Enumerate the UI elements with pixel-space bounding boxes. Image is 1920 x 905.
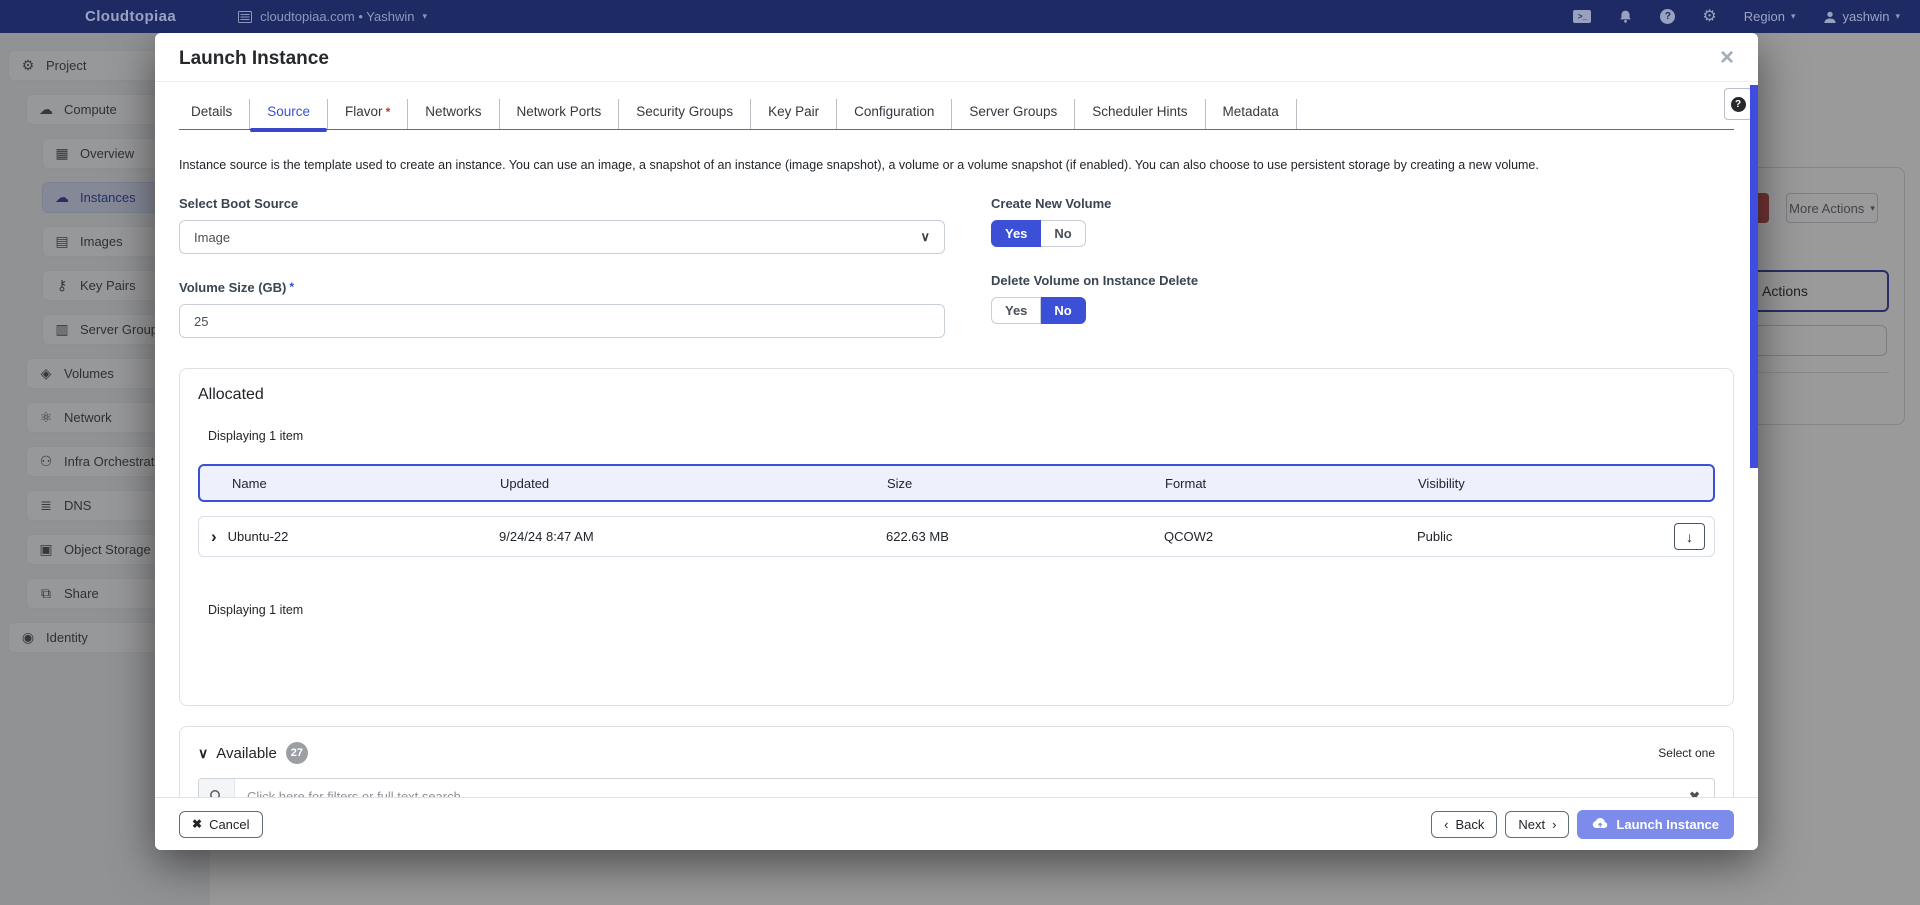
delete-volume-no-button[interactable]: No [1041, 297, 1085, 324]
help-icon: ? [1731, 97, 1746, 112]
close-icon[interactable]: × [1720, 48, 1734, 68]
list-icon [238, 11, 252, 23]
column-header-updated: Updated [500, 476, 887, 491]
required-asterisk: * [386, 105, 391, 119]
create-volume-no-button[interactable]: No [1041, 220, 1085, 247]
select-one-hint: Select one [1658, 746, 1715, 760]
top-navbar: Cloudtopiaa cloudtopiaa.com • Yashwin ▾ … [0, 0, 1920, 33]
chevron-down-icon[interactable]: ∨ [198, 745, 208, 762]
required-asterisk: * [289, 280, 294, 294]
delete-volume-toggle: Yes No [991, 297, 1086, 324]
chevron-down-icon: ▾ [1791, 11, 1796, 22]
tab-networks[interactable]: Networks [408, 99, 499, 129]
tab-network-ports[interactable]: Network Ports [500, 99, 620, 129]
chevron-right-icon: › [1552, 817, 1556, 832]
tab-scheduler-hints[interactable]: Scheduler Hints [1075, 99, 1205, 129]
help-icon[interactable]: ? [1660, 9, 1675, 24]
tab-security-groups[interactable]: Security Groups [619, 99, 751, 129]
cancel-button[interactable]: ✖ Cancel [179, 811, 263, 838]
allocated-panel: Allocated Displaying 1 item Name Updated… [179, 368, 1734, 706]
modal-footer: ✖ Cancel ‹ Back Next › Launch Instance [155, 797, 1758, 850]
delete-volume-yes-button[interactable]: Yes [991, 297, 1041, 324]
chevron-left-icon: ‹ [1444, 817, 1448, 832]
tab-server-groups[interactable]: Server Groups [952, 99, 1075, 129]
volume-size-label: Volume Size (GB)* [179, 280, 945, 295]
image-updated: 9/24/24 8:47 AM [499, 529, 886, 544]
column-header-visibility: Visibility [1418, 476, 1665, 491]
column-header-format: Format [1165, 476, 1418, 491]
available-search-bar: ✖ [198, 778, 1715, 797]
create-volume-label: Create New Volume [991, 196, 1734, 211]
allocated-count-footer: Displaying 1 item [208, 603, 1715, 617]
allocated-count: Displaying 1 item [208, 429, 1715, 443]
column-header-name: Name [200, 476, 500, 491]
image-visibility: Public [1417, 529, 1666, 544]
gear-icon[interactable]: ⚙ [1702, 9, 1716, 25]
tab-key-pair[interactable]: Key Pair [751, 99, 837, 129]
available-panel: ∨ Available 27 Select one ✖ [179, 726, 1734, 797]
launch-instance-button[interactable]: Launch Instance [1577, 810, 1734, 839]
wizard-tab-bar: Details Source Flavor* Networks Network … [179, 82, 1734, 130]
image-name: Ubuntu-22 [228, 529, 289, 544]
chevron-down-icon: ▾ [422, 11, 427, 22]
create-volume-toggle: Yes No [991, 220, 1086, 247]
tab-flavor[interactable]: Flavor* [328, 99, 408, 129]
boot-source-label: Select Boot Source [179, 196, 945, 211]
terminal-icon[interactable]: >_ [1573, 10, 1591, 23]
available-title: Available [216, 745, 277, 762]
modal-body: Instance source is the template used to … [155, 130, 1758, 797]
volume-size-input[interactable] [179, 304, 945, 338]
cloud-upload-icon [1592, 817, 1608, 832]
tab-metadata[interactable]: Metadata [1206, 99, 1297, 129]
column-header-size: Size [887, 476, 1165, 491]
tab-configuration[interactable]: Configuration [837, 99, 952, 129]
bell-icon[interactable] [1618, 9, 1633, 24]
expand-row-icon[interactable]: › [211, 528, 217, 545]
allocated-table-header: Name Updated Size Format Visibility [198, 464, 1715, 502]
image-size: 622.63 MB [886, 529, 1164, 544]
create-volume-yes-button[interactable]: Yes [991, 220, 1041, 247]
delete-volume-label: Delete Volume on Instance Delete [991, 273, 1734, 288]
source-description: Instance source is the template used to … [179, 158, 1734, 172]
next-button[interactable]: Next › [1505, 811, 1569, 838]
search-icon [199, 779, 235, 797]
user-menu[interactable]: yashwin ▾ [1823, 9, 1901, 24]
clear-search-icon[interactable]: ✖ [1689, 789, 1700, 798]
x-icon: ✖ [192, 817, 202, 831]
chevron-down-icon: ∨ [920, 229, 930, 245]
table-row[interactable]: › Ubuntu-22 9/24/24 8:47 AM 622.63 MB QC… [198, 516, 1715, 557]
modal-scrollbar[interactable] [1750, 85, 1758, 468]
chevron-down-icon: ▾ [1895, 11, 1900, 22]
modal-header: Launch Instance × [155, 33, 1758, 82]
breadcrumb-label: cloudtopiaa.com • Yashwin [260, 9, 414, 24]
image-format: QCOW2 [1164, 529, 1417, 544]
brand-logo: Cloudtopiaa [85, 8, 176, 25]
search-input[interactable] [235, 779, 1689, 797]
region-dropdown[interactable]: Region ▾ [1744, 9, 1796, 24]
breadcrumb[interactable]: cloudtopiaa.com • Yashwin ▾ [238, 9, 427, 24]
boot-source-select[interactable]: Image ∨ [179, 220, 945, 254]
allocated-title: Allocated [198, 386, 1715, 404]
launch-instance-modal: Launch Instance × Details Source Flavor*… [155, 33, 1758, 850]
available-count-badge: 27 [286, 742, 308, 764]
back-button[interactable]: ‹ Back [1431, 811, 1497, 838]
help-button[interactable]: ? [1724, 88, 1752, 120]
tab-source[interactable]: Source [250, 99, 328, 129]
arrow-down-icon: ↓ [1686, 529, 1693, 545]
modal-title: Launch Instance [179, 48, 329, 70]
tab-details[interactable]: Details [179, 99, 250, 129]
user-icon [1823, 10, 1837, 24]
deallocate-button[interactable]: ↓ [1674, 523, 1705, 550]
